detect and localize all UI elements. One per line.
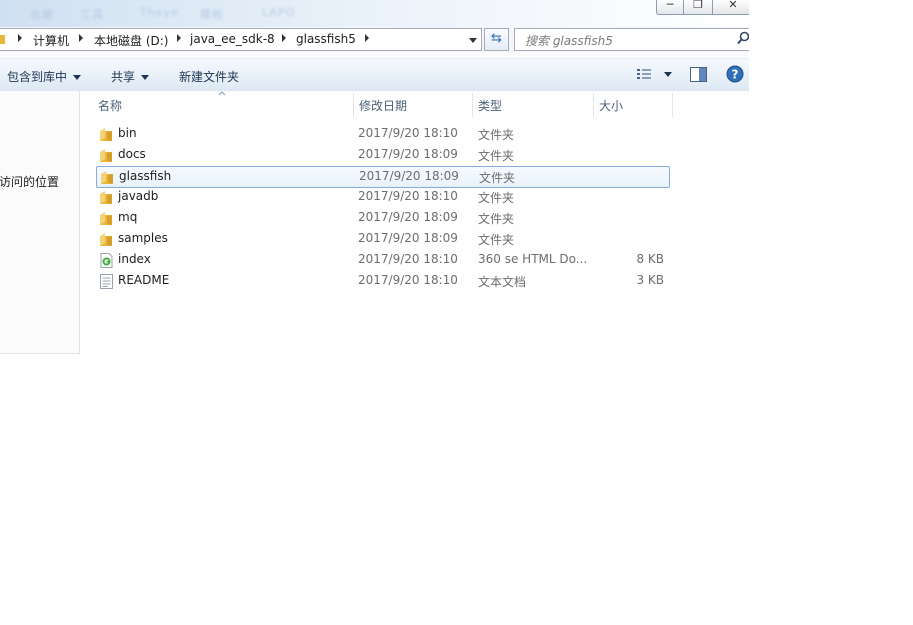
file-name: bin [118,126,137,140]
column-divider[interactable] [672,93,673,117]
view-options-button[interactable] [636,67,672,84]
table-row[interactable]: javadb 2017/9/20 18:10 文件夹 [96,187,668,207]
file-type: 文件夹 [478,191,515,205]
file-type: 文件夹 [478,233,515,247]
close-button[interactable]: ✕ [712,0,749,15]
file-type: 文件夹 [478,128,515,142]
file-date: 2017/9/20 18:09 [359,169,459,183]
breadcrumb-local-disk[interactable]: 本地磁盘 (D:) [94,32,168,49]
folder-icon [100,212,112,225]
preview-pane-icon[interactable] [690,67,707,82]
breadcrumb-arrow-icon[interactable] [282,34,286,42]
column-divider[interactable] [472,93,473,117]
folder-icon [101,171,113,184]
breadcrumb-arrow-icon[interactable] [177,34,181,42]
table-row-selected[interactable]: glassfish 2017/9/20 18:09 文件夹 [96,166,670,188]
share-label: 共享 [111,70,136,84]
file-name: glassfish [119,169,172,183]
address-dropdown-icon[interactable] [469,38,477,43]
table-row[interactable]: index 2017/9/20 18:10 360 se HTML Do... … [96,250,668,270]
file-date: 2017/9/20 18:10 [358,189,458,203]
explorer-window: 收藏 工具 Theye 模板 LAPO ─ ❐ ✕ 计算机 本地磁盘 (D:) … [0,0,749,354]
help-icon[interactable]: ? [726,65,744,83]
file-size: 3 KB [636,273,664,287]
column-header-type[interactable]: 类型 [478,97,502,114]
address-field[interactable]: 计算机 本地磁盘 (D:) java_ee_sdk-8 glassfish5 [0,28,482,51]
column-divider[interactable] [353,93,354,117]
html-file-icon [100,253,113,268]
restore-icon: ❐ [693,0,703,11]
table-row[interactable]: bin 2017/9/20 18:10 文件夹 [96,124,668,144]
file-name: README [118,273,170,287]
file-date: 2017/9/20 18:09 [358,210,458,224]
folder-icon [0,35,5,44]
command-toolbar: 包含到库中 共享 新建文件夹 ? [0,58,749,92]
file-list: 名称 修改日期 类型 大小 bin 2017/9/20 18:10 文件夹 do… [80,91,749,354]
maximize-button[interactable]: ❐ [683,0,713,15]
new-folder-button[interactable]: 新建文件夹 [179,68,239,85]
table-row[interactable]: docs 2017/9/20 18:09 文件夹 [96,145,668,165]
text-file-icon [100,274,113,289]
file-size: 8 KB [636,252,664,266]
folder-icon [100,149,112,162]
file-type: 360 se HTML Do... [478,252,588,266]
title-bar: 收藏 工具 Theye 模板 LAPO ─ ❐ ✕ [0,0,749,27]
breadcrumb-computer[interactable]: 计算机 [33,32,69,49]
file-date: 2017/9/20 18:09 [358,231,458,245]
folder-icon [100,128,112,141]
breadcrumb-glassfish5[interactable]: glassfish5 [296,32,356,46]
file-date: 2017/9/20 18:10 [358,273,458,287]
navigation-pane: 访问的位置 [0,91,80,354]
chevron-down-icon [141,75,150,80]
include-in-library-label: 包含到库中 [7,70,68,84]
column-header-name[interactable]: 名称 [98,97,122,114]
magnifier-icon[interactable] [737,31,749,45]
folder-icon [100,233,112,246]
file-name: docs [118,147,146,161]
close-icon: ✕ [728,0,738,11]
svg-text:?: ? [732,68,739,82]
minimize-icon: ─ [666,0,674,11]
table-row[interactable]: README 2017/9/20 18:10 文本文档 3 KB [96,271,668,291]
file-type: 文件夹 [478,212,515,226]
details-view-icon [637,69,651,79]
column-divider[interactable] [593,93,594,117]
blurred-tab: 模板 [200,8,224,21]
search-placeholder: 搜索 glassfish5 [525,34,613,48]
file-type: 文件夹 [479,171,516,185]
column-header-size[interactable]: 大小 [599,97,623,114]
file-name: javadb [118,189,159,203]
chevron-down-icon [663,72,672,77]
file-name: mq [118,210,138,224]
file-date: 2017/9/20 18:10 [358,252,458,266]
file-name: samples [118,231,168,245]
search-box[interactable]: 搜索 glassfish5 [514,28,749,51]
breadcrumb-arrow-icon[interactable] [18,34,22,42]
column-header-date[interactable]: 修改日期 [359,97,407,114]
file-date: 2017/9/20 18:09 [358,147,458,161]
blurred-tab: 工具 [80,8,104,21]
share-button[interactable]: 共享 [111,68,150,85]
refresh-button[interactable]: ⇆ [484,28,509,51]
file-name: index [118,252,151,266]
file-type: 文本文档 [478,275,527,289]
include-in-library-button[interactable]: 包含到库中 [7,68,82,85]
breadcrumb-arrow-icon[interactable] [365,34,369,42]
folder-icon [100,191,112,204]
refresh-icon: ⇆ [491,31,502,46]
blurred-tab: LAPO [262,6,296,19]
file-type: 文件夹 [478,149,515,163]
file-date: 2017/9/20 18:10 [358,126,458,140]
blurred-tab: 收藏 [30,8,54,21]
table-row[interactable]: mq 2017/9/20 18:09 文件夹 [96,208,668,228]
breadcrumb-sdk[interactable]: java_ee_sdk-8 [190,32,275,46]
sort-ascending-icon [218,91,226,96]
nav-recent-places[interactable]: 访问的位置 [0,173,59,190]
table-row[interactable]: samples 2017/9/20 18:09 文件夹 [96,229,668,249]
minimize-button[interactable]: ─ [656,0,684,15]
chevron-down-icon [73,75,82,80]
blurred-tab: Theye [140,6,179,19]
breadcrumb-arrow-icon[interactable] [79,34,83,42]
